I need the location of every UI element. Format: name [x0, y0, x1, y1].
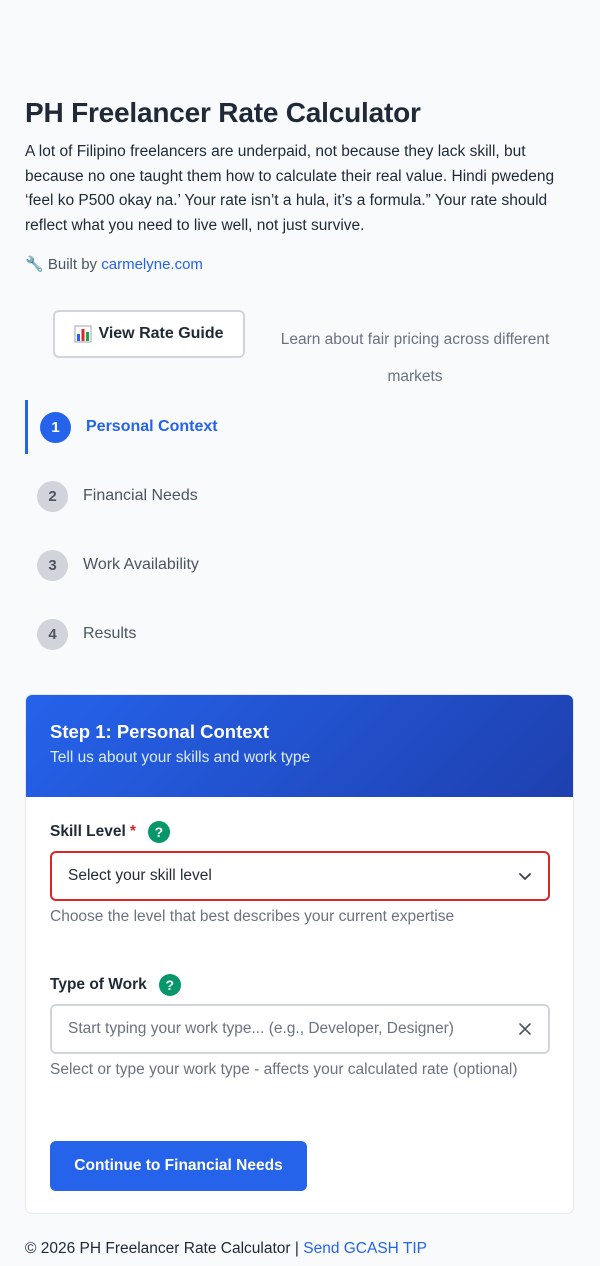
page-title: PH Freelancer Rate Calculator [25, 97, 421, 128]
skill-level-select[interactable]: Select your skill level [50, 851, 550, 901]
footer: © 2026 PH Freelancer Rate Calculator | S… [25, 1240, 427, 1258]
built-by-prefix: Built by [47, 256, 98, 273]
step-number: 4 [37, 618, 68, 650]
step-financial-needs[interactable]: 2 Financial Needs [25, 469, 325, 523]
step-card: Step 1: Personal Context Tell us about y… [25, 694, 574, 1214]
step-number: 3 [37, 549, 68, 581]
step-number: 2 [37, 480, 68, 512]
step-personal-context[interactable]: 1 Personal Context [25, 400, 325, 454]
view-rate-guide-button[interactable]: View Rate Guide [53, 310, 245, 358]
continue-button[interactable]: Continue to Financial Needs [50, 1141, 307, 1191]
work-type-placeholder: Start typing your work type... (e.g., De… [68, 1020, 454, 1037]
step-work-availability[interactable]: 3 Work Availability [25, 538, 325, 592]
step-number: 1 [40, 411, 71, 443]
work-type-hint: Select or type your work type - affects … [50, 1061, 518, 1078]
step-label: Financial Needs [83, 487, 198, 504]
chevron-down-icon [519, 873, 531, 880]
intro-text: A lot of Filipino freelancers are underp… [25, 143, 555, 235]
card-subtitle: Tell us about your skills and work type [50, 749, 311, 766]
step-results[interactable]: 4 Results [25, 607, 325, 661]
work-type-input[interactable]: Start typing your work type... (e.g., De… [50, 1004, 550, 1054]
work-type-label: Type of Work ? [50, 974, 181, 996]
work-type-label-text: Type of Work [50, 976, 147, 993]
footer-text: © 2026 PH Freelancer Rate Calculator | [25, 1240, 299, 1257]
step-label: Work Availability [83, 556, 199, 573]
bar-chart-icon [74, 325, 92, 343]
gcash-tip-link[interactable]: Send GCASH TIP [303, 1240, 427, 1257]
step-label: Personal Context [86, 418, 218, 435]
help-icon[interactable]: ? [147, 821, 170, 843]
help-icon[interactable]: ? [158, 974, 181, 996]
card-title: Step 1: Personal Context [50, 721, 269, 742]
skill-level-label-text: Skill Level [50, 823, 126, 840]
guide-note: Learn about fair pricing across differen… [280, 331, 550, 385]
skill-level-label: Skill Level * ? [50, 821, 170, 843]
required-mark: * [129, 823, 136, 840]
skill-level-value: Select your skill level [68, 867, 212, 884]
card-header: Step 1: Personal Context Tell us about y… [26, 695, 573, 797]
skill-level-hint: Choose the level that best describes you… [50, 908, 455, 925]
built-by: 🔧 Built by carmelyne.com [25, 255, 203, 273]
wrench-icon: 🔧 [25, 256, 44, 273]
step-label: Results [83, 625, 137, 642]
built-by-link[interactable]: carmelyne.com [101, 256, 203, 273]
close-icon[interactable] [518, 1022, 532, 1036]
view-rate-guide-label: View Rate Guide [98, 325, 224, 342]
